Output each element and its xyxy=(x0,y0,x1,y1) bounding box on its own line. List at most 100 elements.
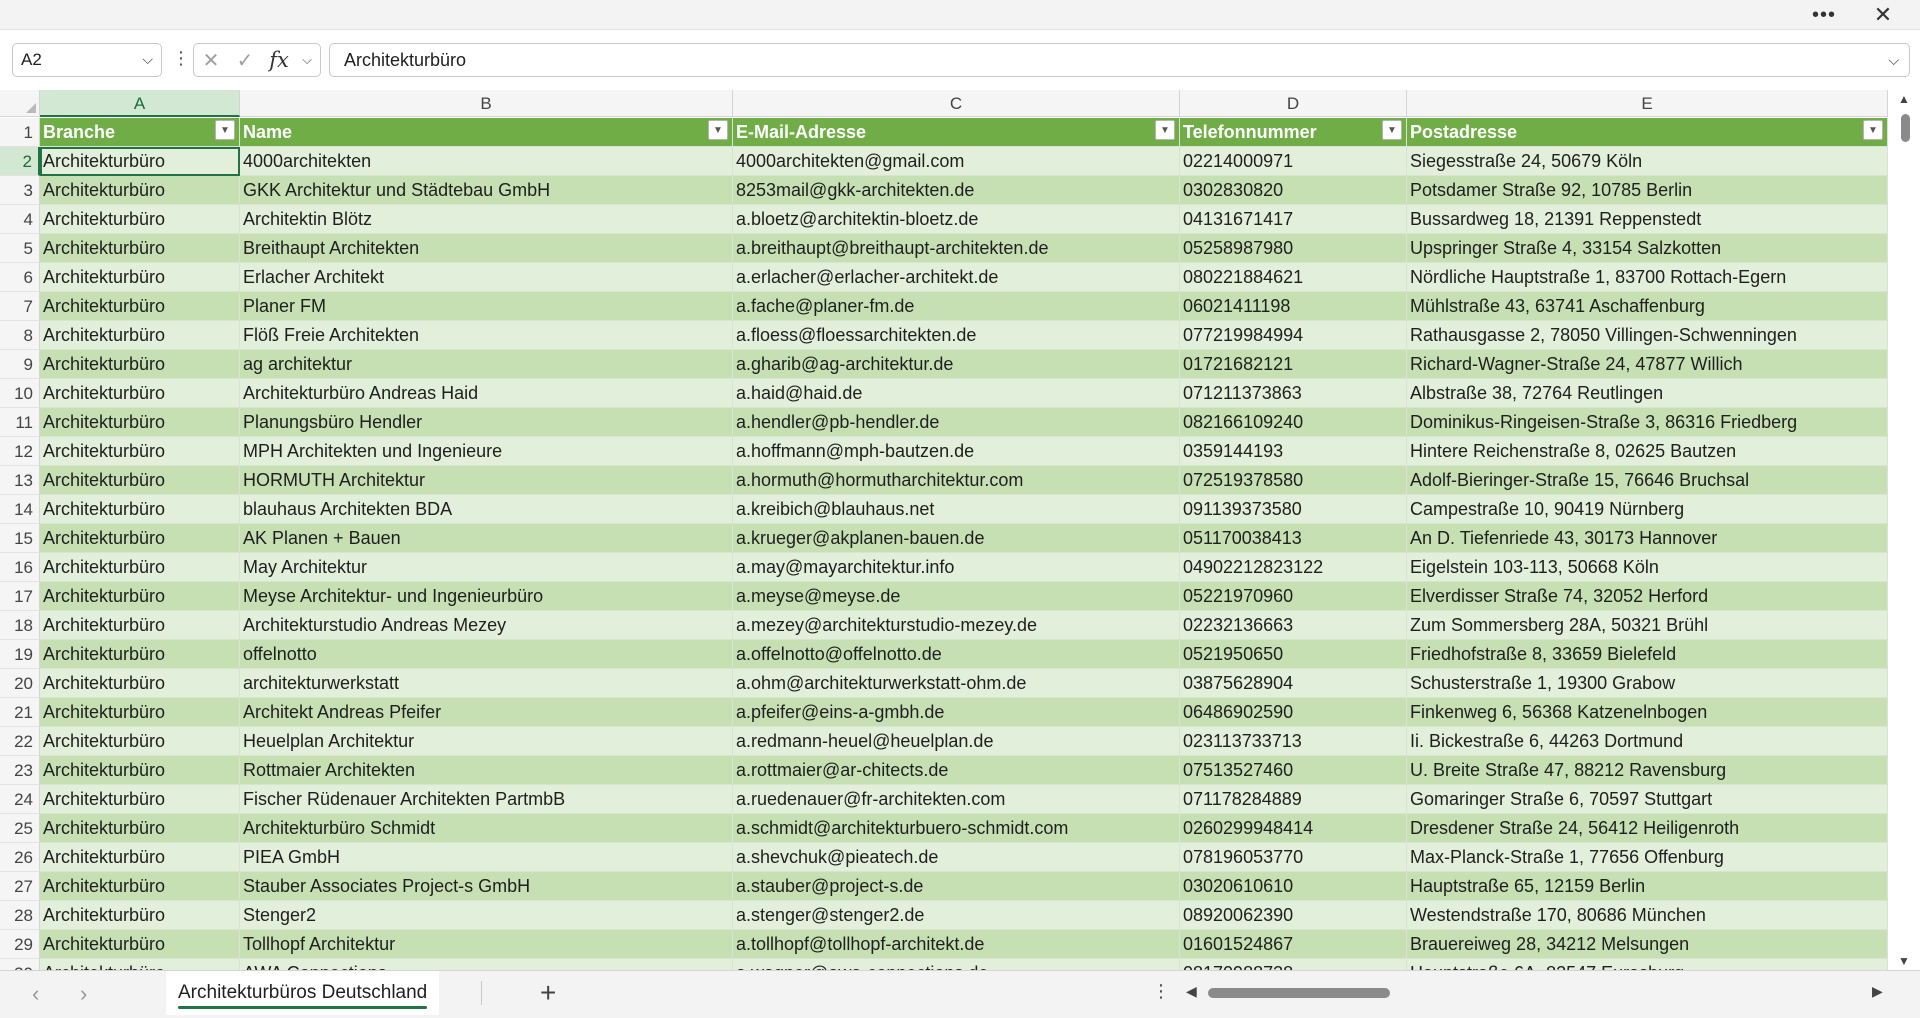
table-cell[interactable]: Siegesstraße 24, 50679 Köln xyxy=(1407,147,1888,176)
spreadsheet-grid[interactable]: ABCDE 1 Branche ▼ Name ▼ E-Mail-Adresse ▼ Telef… xyxy=(0,90,1888,970)
table-cell[interactable]: a.hendler@pb-hendler.de xyxy=(733,408,1180,437)
row-header[interactable]: 26 xyxy=(0,843,40,872)
table-cell[interactable]: Architekturbüro xyxy=(40,930,240,959)
row-header[interactable]: 27 xyxy=(0,872,40,901)
table-cell[interactable]: offelnotto xyxy=(240,640,733,669)
table-cell[interactable]: Architekturbüro xyxy=(40,234,240,263)
table-cell[interactable]: a.mezey@architekturstudio-mezey.de xyxy=(733,611,1180,640)
scroll-down-icon[interactable]: ▼ xyxy=(1898,954,1910,968)
table-cell[interactable]: Architekturbüro xyxy=(40,495,240,524)
table-cell[interactable]: Architekturbüro xyxy=(40,263,240,292)
table-cell[interactable]: 01601524867 xyxy=(1180,930,1407,959)
table-cell[interactable]: U. Breite Straße 47, 88212 Ravensburg xyxy=(1407,756,1888,785)
table-cell[interactable]: GKK Architektur und Städtebau GmbH xyxy=(240,176,733,205)
table-header-cell[interactable]: E-Mail-Adresse ▼ xyxy=(733,118,1180,147)
table-cell[interactable]: Zum Sommersberg 28A, 50321 Brühl xyxy=(1407,611,1888,640)
table-cell[interactable]: Architekturbüro xyxy=(40,698,240,727)
table-header-cell[interactable]: Telefonnummer ▼ xyxy=(1180,118,1407,147)
table-cell[interactable]: a.kreibich@blauhaus.net xyxy=(733,495,1180,524)
more-options-icon[interactable]: ••• xyxy=(1802,0,1846,30)
next-sheet-icon[interactable]: › xyxy=(80,981,87,1007)
table-cell[interactable]: Mühlstraße 43, 63741 Aschaffenburg xyxy=(1407,292,1888,321)
scroll-up-icon[interactable]: ▲ xyxy=(1898,92,1910,106)
table-cell[interactable]: 0521950650 xyxy=(1180,640,1407,669)
table-cell[interactable]: a.rottmaier@ar-chitects.de xyxy=(733,756,1180,785)
table-cell[interactable]: 05258987980 xyxy=(1180,234,1407,263)
table-cell[interactable]: 078196053770 xyxy=(1180,843,1407,872)
table-cell[interactable]: a.tollhopf@tollhopf-architekt.de xyxy=(733,930,1180,959)
table-cell[interactable]: Architekt Andreas Pfeifer xyxy=(240,698,733,727)
table-cell[interactable]: Heuelplan Architektur xyxy=(240,727,733,756)
row-header[interactable]: 21 xyxy=(0,698,40,727)
scroll-right-icon[interactable]: ▶ xyxy=(1872,983,1883,1000)
table-cell[interactable]: HORMUTH Architektur xyxy=(240,466,733,495)
table-cell[interactable]: a.fache@planer-fm.de xyxy=(733,292,1180,321)
table-cell[interactable]: AWA Connections xyxy=(240,959,733,970)
column-header-e[interactable]: E xyxy=(1407,90,1888,117)
chevron-down-icon[interactable]: ⌵ xyxy=(296,52,318,68)
table-cell[interactable]: architekturwerkstatt xyxy=(240,669,733,698)
row-header[interactable]: 11 xyxy=(0,408,40,437)
table-cell[interactable]: a.pfeifer@eins-a-gmbh.de xyxy=(733,698,1180,727)
table-cell[interactable]: Architekturbüro xyxy=(40,640,240,669)
table-cell[interactable]: May Architektur xyxy=(240,553,733,582)
table-cell[interactable]: a.erlacher@erlacher-architekt.de xyxy=(733,263,1180,292)
table-cell[interactable]: Architekturbüro xyxy=(40,524,240,553)
row-header[interactable]: 25 xyxy=(0,814,40,843)
table-cell[interactable]: 0302830820 xyxy=(1180,176,1407,205)
table-cell[interactable]: 08170988738 xyxy=(1180,959,1407,970)
row-header[interactable]: 20 xyxy=(0,669,40,698)
formula-bar-dots-icon[interactable]: ⋮ xyxy=(172,48,190,69)
table-cell[interactable]: a.schmidt@architekturbuero-schmidt.com xyxy=(733,814,1180,843)
table-cell[interactable]: a.shevchuk@pieatech.de xyxy=(733,843,1180,872)
row-header[interactable]: 29 xyxy=(0,930,40,959)
table-cell[interactable]: blauhaus Architekten BDA xyxy=(240,495,733,524)
table-cell[interactable]: 071178284889 xyxy=(1180,785,1407,814)
table-cell[interactable]: 0260299948414 xyxy=(1180,814,1407,843)
table-cell[interactable]: 02232136663 xyxy=(1180,611,1407,640)
table-cell[interactable]: Bussardweg 18, 21391 Reppenstedt xyxy=(1407,205,1888,234)
table-cell[interactable]: Rathausgasse 2, 78050 Villingen-Schwenni… xyxy=(1407,321,1888,350)
table-header-cell[interactable]: Postadresse ▼ xyxy=(1407,118,1888,147)
table-cell[interactable]: Architekturbüro xyxy=(40,466,240,495)
previous-sheet-icon[interactable]: ‹ xyxy=(32,981,39,1007)
table-cell[interactable]: Architekturbüro xyxy=(40,176,240,205)
table-cell[interactable]: 03020610610 xyxy=(1180,872,1407,901)
row-header[interactable]: 4 xyxy=(0,205,40,234)
table-cell[interactable]: Architekturbüro xyxy=(40,814,240,843)
table-cell[interactable]: Ii. Bickestraße 6, 44263 Dortmund xyxy=(1407,727,1888,756)
table-cell[interactable]: Architekturbüro xyxy=(40,872,240,901)
row-header[interactable]: 19 xyxy=(0,640,40,669)
table-header-cell[interactable]: Branche ▼ xyxy=(40,118,240,147)
table-cell[interactable]: Architekturbüro xyxy=(40,147,240,176)
row-header[interactable]: 23 xyxy=(0,756,40,785)
row-header[interactable]: 5 xyxy=(0,234,40,263)
table-cell[interactable]: 03875628904 xyxy=(1180,669,1407,698)
table-cell[interactable]: Dresdener Straße 24, 56412 Heiligenroth xyxy=(1407,814,1888,843)
table-cell[interactable]: 077219984994 xyxy=(1180,321,1407,350)
table-cell[interactable]: Architekturbüro xyxy=(40,379,240,408)
column-header-b[interactable]: B xyxy=(240,90,733,117)
row-header[interactable]: 17 xyxy=(0,582,40,611)
table-cell[interactable]: Architekturbüro xyxy=(40,843,240,872)
table-cell[interactable]: 071211373863 xyxy=(1180,379,1407,408)
table-cell[interactable]: PIEA GmbH xyxy=(240,843,733,872)
table-cell[interactable]: a.breithaupt@breithaupt-architekten.de xyxy=(733,234,1180,263)
table-cell[interactable]: a.gharib@ag-architektur.de xyxy=(733,350,1180,379)
table-cell[interactable]: Fischer Rüdenauer Architekten PartmbB xyxy=(240,785,733,814)
table-cell[interactable]: Elverdisser Straße 74, 32052 Herford xyxy=(1407,582,1888,611)
name-box[interactable]: A2 ⌵ xyxy=(12,43,162,77)
table-cell[interactable]: Architekturbüro xyxy=(40,669,240,698)
row-header[interactable]: 8 xyxy=(0,321,40,350)
table-cell[interactable]: 080221884621 xyxy=(1180,263,1407,292)
table-cell[interactable]: 01721682121 xyxy=(1180,350,1407,379)
chevron-down-icon[interactable]: ⌵ xyxy=(142,51,153,68)
table-cell[interactable]: a.haid@haid.de xyxy=(733,379,1180,408)
table-cell[interactable]: a.meyse@meyse.de xyxy=(733,582,1180,611)
table-cell[interactable]: a.offelnotto@offelnotto.de xyxy=(733,640,1180,669)
table-cell[interactable]: Nördliche Hauptstraße 1, 83700 Rottach-E… xyxy=(1407,263,1888,292)
table-cell[interactable]: Architekturbüro xyxy=(40,756,240,785)
table-cell[interactable]: 06486902590 xyxy=(1180,698,1407,727)
table-cell[interactable]: 072519378580 xyxy=(1180,466,1407,495)
table-cell[interactable]: Architekturbüro xyxy=(40,437,240,466)
